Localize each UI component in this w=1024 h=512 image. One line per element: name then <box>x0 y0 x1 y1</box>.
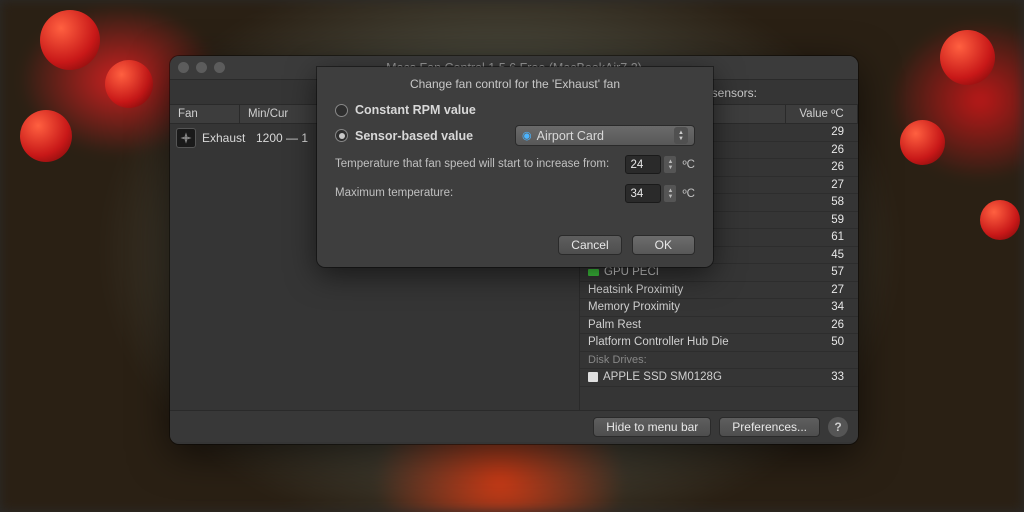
max-temp-stepper[interactable]: 34 <box>625 184 661 203</box>
sensor-value: 26 <box>790 161 850 173</box>
cancel-button[interactable]: Cancel <box>558 235 621 255</box>
unit-label: ºC <box>682 188 695 200</box>
sensor-value: 27 <box>790 179 850 191</box>
sensor-category: Disk Drives: <box>580 352 858 370</box>
unit-label: ºC <box>682 159 695 171</box>
sensor-value: 27 <box>790 284 850 296</box>
option-constant-label: Constant RPM value <box>355 103 476 117</box>
sensor-name: Platform Controller Hub Die <box>588 336 790 348</box>
dropdown-value: Airport Card <box>537 129 604 143</box>
fan-icon <box>176 128 196 148</box>
sensor-row[interactable]: Heatsink Proximity27 <box>580 282 858 300</box>
sensor-value: 58 <box>790 196 850 208</box>
col-fan[interactable]: Fan <box>170 105 240 123</box>
sensor-value: 45 <box>790 249 850 261</box>
sensor-value: 50 <box>790 336 850 348</box>
sensor-row[interactable]: Palm Rest26 <box>580 317 858 335</box>
radio-selected-icon[interactable] <box>335 129 348 142</box>
fan-control-dialog: Change fan control for the 'Exhaust' fan… <box>317 67 713 267</box>
fan-rpm: 1200 — 1 <box>256 131 308 145</box>
sensor-name: GPU PECI <box>588 266 790 278</box>
footer: Hide to menu bar Preferences... ? <box>170 410 858 442</box>
option-constant-rpm[interactable]: Constant RPM value <box>335 103 695 117</box>
sensor-row[interactable]: APPLE SSD SM0128G33 <box>580 369 858 387</box>
sensor-value: 26 <box>790 144 850 156</box>
stepper-buttons[interactable]: ▲▼ <box>664 156 676 173</box>
wifi-icon: ◉ <box>522 129 532 142</box>
dialog-heading: Change fan control for the 'Exhaust' fan <box>335 77 695 91</box>
sensor-name: Heatsink Proximity <box>588 284 790 296</box>
sensor-value: 33 <box>790 371 850 383</box>
option-sensor-label: Sensor-based value <box>355 129 473 143</box>
sensor-value: 29 <box>790 126 850 138</box>
start-temp-stepper[interactable]: 24 <box>625 155 661 174</box>
fan-name: Exhaust <box>202 131 250 145</box>
sensor-value: 26 <box>790 319 850 331</box>
start-temp-label: Temperature that fan speed will start to… <box>335 157 625 172</box>
sensor-row[interactable]: Platform Controller Hub Die50 <box>580 334 858 352</box>
disk-icon <box>588 372 598 382</box>
gpu-icon <box>588 269 599 276</box>
sensor-value: 57 <box>790 266 850 278</box>
ok-button[interactable]: OK <box>632 235 695 255</box>
sensor-dropdown[interactable]: ◉ Airport Card ▲▼ <box>515 125 695 146</box>
preferences-button[interactable]: Preferences... <box>719 417 820 437</box>
sensor-value: 59 <box>790 214 850 226</box>
sensor-row[interactable]: Memory Proximity34 <box>580 299 858 317</box>
sensor-name: Memory Proximity <box>588 301 790 313</box>
chevron-updown-icon: ▲▼ <box>674 127 688 144</box>
col-sensor-value[interactable]: Value ºC <box>786 105 858 123</box>
stepper-buttons[interactable]: ▲▼ <box>664 185 676 202</box>
max-temp-label: Maximum temperature: <box>335 186 625 201</box>
option-sensor-based[interactable]: Sensor-based value ◉ Airport Card ▲▼ <box>335 125 695 146</box>
radio-unselected-icon[interactable] <box>335 104 348 117</box>
sensor-value: 61 <box>790 231 850 243</box>
sensor-value: 34 <box>790 301 850 313</box>
sensor-name: Palm Rest <box>588 319 790 331</box>
sensor-name: APPLE SSD SM0128G <box>588 371 790 383</box>
hide-to-menubar-button[interactable]: Hide to menu bar <box>593 417 711 437</box>
help-button[interactable]: ? <box>828 417 848 437</box>
